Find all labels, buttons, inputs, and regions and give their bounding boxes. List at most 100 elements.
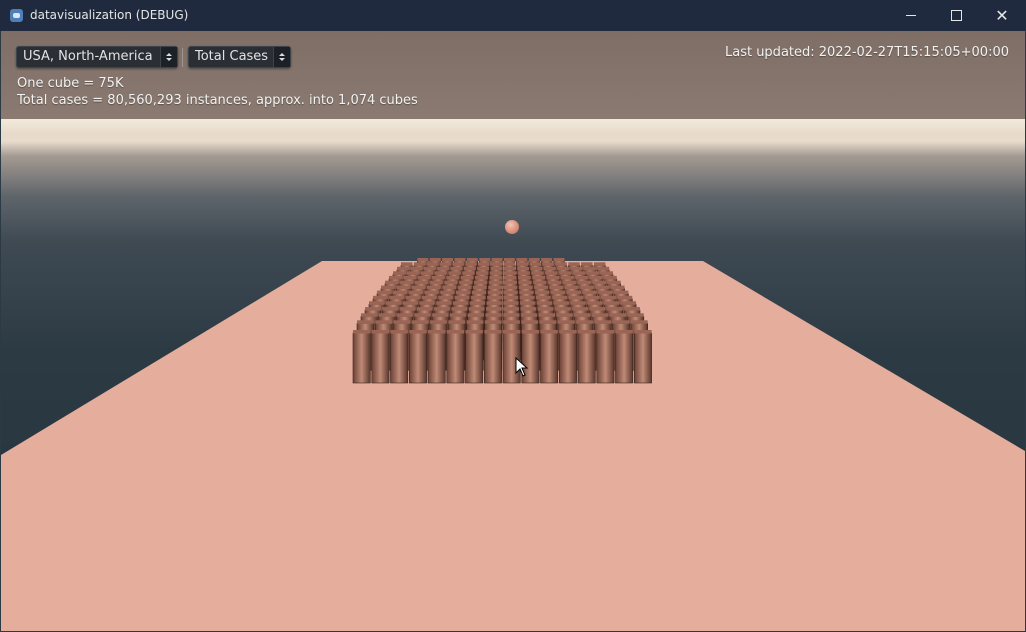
cube-top <box>584 266 596 271</box>
cube-top <box>469 301 485 305</box>
cube-top <box>518 275 531 280</box>
cube-top <box>594 320 612 324</box>
cube-top <box>592 313 609 317</box>
cube-top <box>561 275 574 280</box>
cube-top <box>411 285 426 290</box>
cube-top <box>537 307 554 311</box>
cube-face <box>427 332 446 384</box>
cube-top <box>403 275 417 280</box>
cube-top <box>538 313 555 317</box>
cube-top <box>519 295 535 300</box>
cube-top <box>353 330 371 334</box>
cube-top <box>410 266 423 271</box>
cube-top <box>617 295 633 300</box>
cube-top <box>520 307 537 311</box>
cube-top <box>416 307 433 311</box>
minimize-button[interactable] <box>888 0 934 31</box>
cube-top <box>361 313 378 317</box>
cube-top <box>465 262 477 266</box>
window-title: datavisualization (DEBUG) <box>30 8 189 22</box>
cube-top <box>466 320 484 324</box>
cube-top <box>414 280 428 285</box>
cube-top <box>504 258 515 262</box>
cube-top <box>434 271 447 275</box>
select-arrows-icon <box>160 47 177 67</box>
cube-top <box>417 275 431 280</box>
cube-top <box>610 285 625 290</box>
cube-top <box>503 275 517 280</box>
metric-select[interactable]: Total Cases <box>188 46 291 68</box>
cube-top <box>477 266 489 271</box>
cube-top <box>390 330 408 334</box>
cube-top <box>446 275 460 280</box>
country-select[interactable]: USA, North-America <box>16 46 178 68</box>
cube-top <box>573 271 586 275</box>
cube-face <box>558 332 577 384</box>
cube-top <box>503 262 516 266</box>
cube-top <box>475 275 488 280</box>
3d-viewport[interactable]: USA, North-America Total Cases One cube … <box>1 31 1025 631</box>
cube-top <box>555 262 567 266</box>
cube-top <box>414 313 431 317</box>
cube-top <box>517 266 530 271</box>
cube-top <box>517 271 530 275</box>
cube-top <box>520 313 538 317</box>
close-button[interactable]: ✕ <box>979 0 1025 31</box>
cube-top <box>552 295 568 300</box>
cube-top <box>389 275 402 280</box>
cube-face <box>577 332 596 384</box>
cube-top <box>446 330 465 334</box>
metric-select-value: Total Cases <box>195 49 269 64</box>
cube-top <box>595 285 610 290</box>
cube-top <box>452 301 469 305</box>
cube-top <box>427 285 441 290</box>
cube-top <box>582 290 597 295</box>
title-bar: datavisualization (DEBUG) ✕ <box>0 0 1026 31</box>
cube-top <box>468 307 485 311</box>
cube-top <box>572 307 589 311</box>
cube-top <box>478 262 490 266</box>
cube-top <box>456 290 471 295</box>
cube-top <box>487 295 502 300</box>
cube-top <box>369 301 385 305</box>
cube-top <box>503 330 521 334</box>
cube-top <box>424 290 439 295</box>
cube-top <box>575 275 589 280</box>
cube-top <box>576 320 593 324</box>
cube-top <box>581 262 593 266</box>
cube-top <box>467 313 484 317</box>
cube-top <box>401 262 413 266</box>
cube-top <box>450 266 463 271</box>
cube-top <box>533 280 547 285</box>
cube-top <box>365 307 381 311</box>
cube-top <box>604 275 617 280</box>
cube-top <box>566 290 581 295</box>
last-updated-label: Last updated: 2022-02-27T15:15:05+00:00 <box>724 45 1009 60</box>
cube-top <box>426 262 439 266</box>
cube-top <box>408 290 423 295</box>
cube-top <box>568 295 584 300</box>
cube-top <box>442 258 453 262</box>
cube-top <box>381 285 395 290</box>
cube-top <box>620 301 637 305</box>
cube-top <box>555 307 571 311</box>
cube-top <box>541 258 552 262</box>
cube-top <box>609 313 627 317</box>
cube-top <box>630 320 648 324</box>
cube-top <box>536 301 553 305</box>
cube-top <box>586 271 600 275</box>
cube-top <box>479 258 491 262</box>
cube-top <box>417 258 429 262</box>
maximize-icon <box>950 10 962 21</box>
cube-top <box>568 262 580 266</box>
cube-top <box>503 313 520 317</box>
cube-top <box>612 320 630 324</box>
cube-top <box>584 295 600 300</box>
cube-top <box>553 301 569 305</box>
cube-top <box>556 313 573 317</box>
cube-top <box>472 285 487 290</box>
maximize-button[interactable] <box>933 0 979 31</box>
cube-top <box>518 280 532 285</box>
cube-top <box>570 266 583 271</box>
cube-top <box>624 307 640 311</box>
